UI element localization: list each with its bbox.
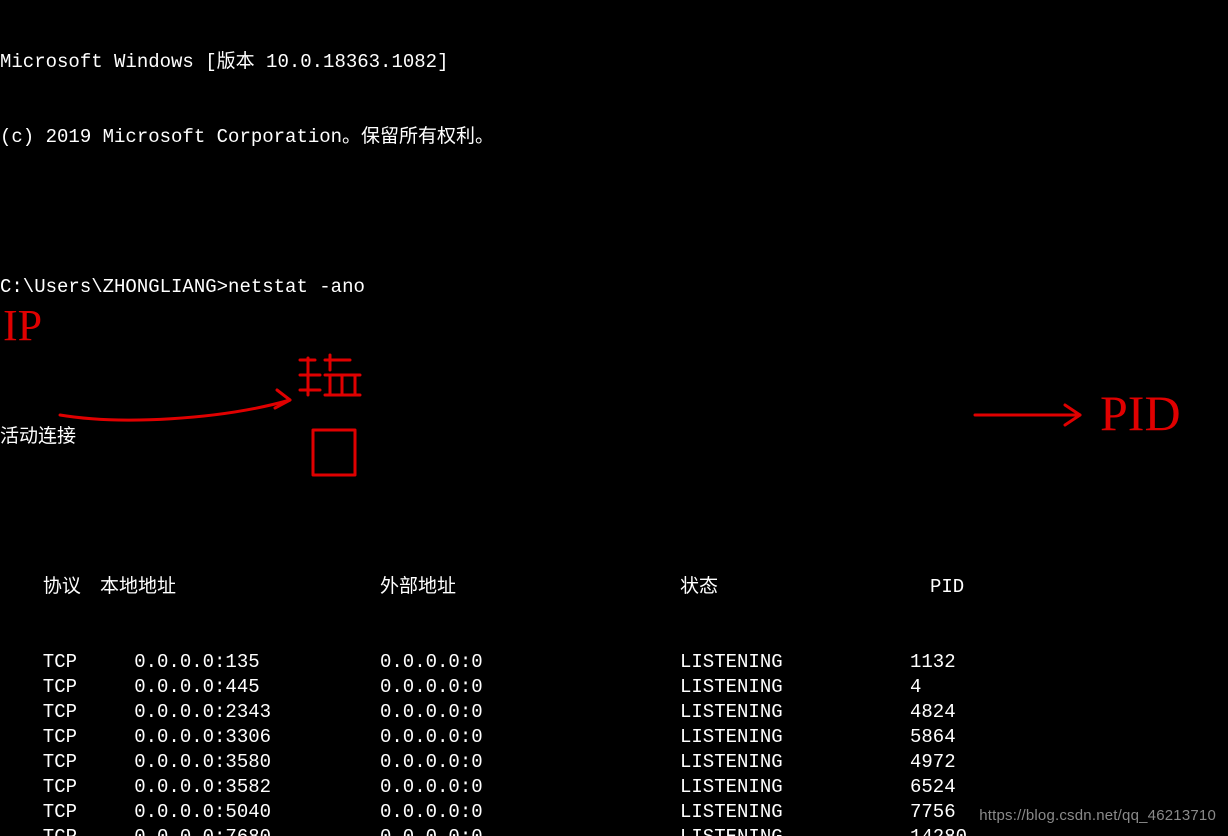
prompt-line: C:\Users\ZHONGLIANG>netstat -ano: [0, 275, 1228, 300]
blank-line: [0, 200, 1228, 225]
cell-pid: 5864: [910, 725, 1110, 750]
cell-proto: TCP: [0, 825, 100, 836]
cell-state: LISTENING: [680, 750, 910, 775]
cell-local: 0.0.0.0:2343: [100, 700, 380, 725]
cell-foreign: 0.0.0.0:0: [380, 825, 680, 836]
prompt-command: netstat -ano: [228, 276, 365, 298]
banner-line: Microsoft Windows [版本 10.0.18363.1082]: [0, 50, 1228, 75]
header-local: 本地地址: [100, 575, 380, 600]
cell-local: 0.0.0.0:3582: [100, 775, 380, 800]
header-pid: PID: [910, 575, 1130, 600]
blank-line: [0, 350, 1228, 375]
cell-pid: 6524: [910, 775, 1110, 800]
cell-foreign: 0.0.0.0:0: [380, 650, 680, 675]
cell-proto: TCP: [0, 800, 100, 825]
cell-pid: 1132: [910, 650, 1110, 675]
section-title: 活动连接: [0, 425, 1228, 450]
table-row: TCP 0.0.0.0:23430.0.0.0:0LISTENING4824: [0, 700, 1228, 725]
cell-foreign: 0.0.0.0:0: [380, 725, 680, 750]
table-row: TCP 0.0.0.0:4450.0.0.0:0LISTENING4: [0, 675, 1228, 700]
terminal-output[interactable]: Microsoft Windows [版本 10.0.18363.1082] (…: [0, 0, 1228, 836]
table-header: 协议 本地地址 外部地址 状态 PID: [0, 575, 1228, 600]
table-row: TCP 0.0.0.0:35820.0.0.0:0LISTENING6524: [0, 775, 1228, 800]
header-foreign: 外部地址: [380, 575, 680, 600]
table-row: TCP 0.0.0.0:1350.0.0.0:0LISTENING1132: [0, 650, 1228, 675]
cell-pid: 4972: [910, 750, 1110, 775]
blank-line: [0, 500, 1228, 525]
cell-pid: 4: [910, 675, 1110, 700]
cell-state: LISTENING: [680, 725, 910, 750]
cell-proto: TCP: [0, 700, 100, 725]
cell-proto: TCP: [0, 750, 100, 775]
cell-state: LISTENING: [680, 800, 910, 825]
cell-pid: 4824: [910, 700, 1110, 725]
cell-foreign: 0.0.0.0:0: [380, 800, 680, 825]
cell-proto: TCP: [0, 725, 100, 750]
cell-state: LISTENING: [680, 775, 910, 800]
cell-local: 0.0.0.0:445: [100, 675, 380, 700]
header-state: 状态: [680, 575, 910, 600]
cell-state: LISTENING: [680, 675, 910, 700]
cell-foreign: 0.0.0.0:0: [380, 700, 680, 725]
cell-local: 0.0.0.0:7680: [100, 825, 380, 836]
cell-local: 0.0.0.0:3580: [100, 750, 380, 775]
cell-foreign: 0.0.0.0:0: [380, 675, 680, 700]
header-proto: 协议: [0, 575, 100, 600]
table-row: TCP 0.0.0.0:35800.0.0.0:0LISTENING4972: [0, 750, 1228, 775]
prompt-path: C:\Users\ZHONGLIANG>: [0, 276, 228, 298]
cell-proto: TCP: [0, 775, 100, 800]
cell-local: 0.0.0.0:5040: [100, 800, 380, 825]
cell-state: LISTENING: [680, 825, 910, 836]
cell-state: LISTENING: [680, 650, 910, 675]
cell-proto: TCP: [0, 675, 100, 700]
watermark: https://blog.csdn.net/qq_46213710: [979, 803, 1216, 828]
cell-proto: TCP: [0, 650, 100, 675]
cell-local: 0.0.0.0:3306: [100, 725, 380, 750]
banner-line: (c) 2019 Microsoft Corporation。保留所有权利。: [0, 125, 1228, 150]
cell-foreign: 0.0.0.0:0: [380, 750, 680, 775]
cell-local: 0.0.0.0:135: [100, 650, 380, 675]
cell-state: LISTENING: [680, 700, 910, 725]
table-row: TCP 0.0.0.0:33060.0.0.0:0LISTENING5864: [0, 725, 1228, 750]
cell-foreign: 0.0.0.0:0: [380, 775, 680, 800]
